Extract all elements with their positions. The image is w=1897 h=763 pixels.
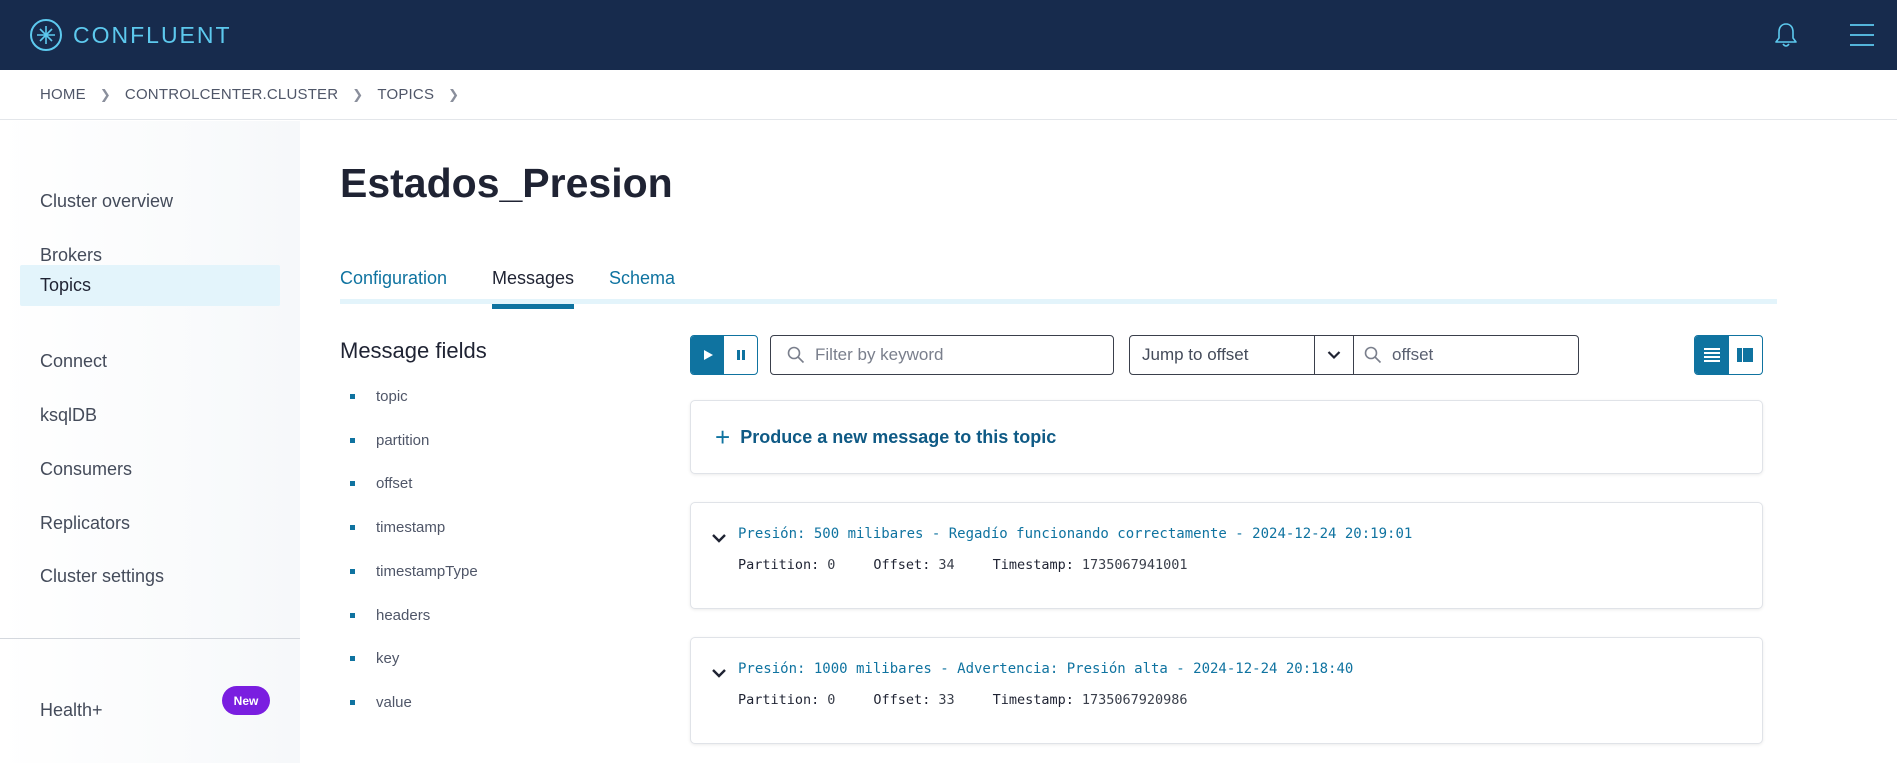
message-card[interactable]: Presión: 1000 milibares - Advertencia: P…: [690, 637, 1763, 744]
field-item-partition[interactable]: partition: [350, 432, 429, 449]
sidebar: Cluster overview Brokers Topics Connect …: [0, 121, 300, 763]
field-item-key[interactable]: key: [350, 650, 399, 667]
tab-bar: Configuration Messages Schema: [340, 262, 1777, 309]
split-view-icon: [1737, 348, 1754, 362]
produce-message-label: Produce a new message to this topic: [740, 426, 1057, 447]
partition-value: 0: [827, 692, 836, 708]
page-title: Estados_Presion: [340, 160, 673, 206]
field-label: value: [376, 694, 412, 711]
field-label: partition: [376, 432, 430, 449]
bullet-icon: [350, 613, 355, 618]
offset-label: Offset:: [873, 557, 931, 573]
partition-label: Partition:: [738, 557, 820, 573]
list-view-button[interactable]: [1695, 336, 1729, 374]
pause-icon: [736, 350, 745, 360]
field-item-topic[interactable]: topic: [350, 388, 408, 405]
message-card[interactable]: Presión: 500 milibares - Regadío funcion…: [690, 502, 1763, 609]
message-value: Presión: 1000 milibares - Advertencia: P…: [738, 661, 1354, 677]
brand-name: CONFLUENT: [73, 21, 232, 48]
chevron-down-icon[interactable]: [711, 530, 727, 546]
field-item-timestamp[interactable]: timestamp: [350, 519, 445, 536]
bullet-icon: [350, 438, 355, 443]
breadcrumb-cluster[interactable]: CONTROLCENTER.CLUSTER: [125, 86, 338, 103]
sidebar-item-topics[interactable]: Topics: [20, 265, 280, 306]
jump-to-offset-select[interactable]: Jump to offset: [1130, 336, 1315, 374]
split-view-button[interactable]: [1729, 336, 1763, 374]
timestamp-value: 1735067920986: [1081, 692, 1188, 708]
sidebar-item-consumers[interactable]: Consumers: [20, 449, 280, 490]
bullet-icon: [350, 700, 355, 705]
confluent-logo[interactable]: CONFLUENT: [29, 18, 232, 52]
sidebar-item-ksqldb[interactable]: ksqlDB: [20, 395, 280, 436]
field-label: topic: [376, 388, 408, 405]
offset-field: [1354, 336, 1578, 374]
filter-keyword-field: [770, 335, 1114, 375]
tab-messages[interactable]: Messages: [492, 268, 575, 309]
play-icon: [703, 350, 713, 360]
timestamp-label: Timestamp:: [992, 692, 1074, 708]
view-toggle: [1694, 335, 1763, 375]
playback-controls: [690, 335, 758, 375]
field-item-timestamptype[interactable]: timestampType: [350, 563, 478, 580]
offset-value: 33: [938, 692, 955, 708]
bullet-icon: [350, 481, 355, 486]
sidebar-item-replicators[interactable]: Replicators: [20, 503, 280, 544]
sidebar-divider: [0, 638, 300, 639]
search-icon: [787, 346, 805, 364]
pause-button[interactable]: [724, 336, 757, 374]
field-label: timestampType: [376, 563, 478, 580]
hamburger-menu-icon[interactable]: [1849, 21, 1875, 49]
partition-label: Partition:: [738, 692, 820, 708]
message-fields-title: Message fields: [340, 338, 487, 363]
new-badge: New: [222, 686, 270, 715]
offset-value: 34: [938, 557, 955, 573]
breadcrumb-topics[interactable]: TOPICS: [377, 86, 434, 103]
chevron-right-icon: ❯: [99, 86, 111, 102]
timestamp-value: 1735067941001: [1081, 557, 1188, 573]
bell-icon[interactable]: [1773, 21, 1799, 49]
field-label: key: [376, 650, 400, 667]
field-label: offset: [376, 475, 413, 492]
bullet-icon: [350, 656, 355, 661]
message-value: Presión: 500 milibares - Regadío funcion…: [738, 526, 1413, 542]
message-metadata: Partition: 0 Offset: 33 Timestamp: 17350679…: [738, 692, 1226, 708]
bullet-icon: [350, 525, 355, 530]
sidebar-item-cluster-overview[interactable]: Cluster overview: [20, 181, 280, 222]
field-label: headers: [376, 607, 431, 624]
timestamp-label: Timestamp:: [992, 557, 1074, 573]
chevron-right-icon: ❯: [352, 86, 364, 102]
partition-value: 0: [827, 557, 836, 573]
offset-label: Offset:: [873, 692, 931, 708]
breadcrumb-home[interactable]: HOME: [40, 86, 86, 103]
chevron-right-icon: ❯: [448, 86, 460, 102]
plus-icon: +: [715, 422, 731, 452]
offset-input[interactable]: [1392, 345, 1578, 365]
bullet-icon: [350, 394, 355, 399]
filter-keyword-input[interactable]: [815, 345, 1113, 365]
message-metadata: Partition: 0 Offset: 34 Timestamp: 17350679…: [738, 557, 1226, 573]
top-bar: CONFLUENT: [0, 0, 1897, 70]
search-icon: [1364, 346, 1382, 364]
field-item-offset[interactable]: offset: [350, 475, 412, 492]
jump-dropdown-button[interactable]: [1315, 336, 1354, 374]
confluent-logo-icon: [30, 19, 62, 51]
tab-schema[interactable]: Schema: [609, 268, 675, 304]
field-label: timestamp: [376, 519, 446, 536]
breadcrumb: HOME ❯ CONTROLCENTER.CLUSTER ❯ TOPICS ❯: [0, 70, 1897, 120]
health-plus-link[interactable]: Health+: [40, 700, 103, 721]
bullet-icon: [350, 569, 355, 574]
list-view-icon: [1703, 348, 1720, 362]
field-item-value[interactable]: value: [350, 694, 412, 711]
tab-configuration[interactable]: Configuration: [340, 268, 447, 304]
chevron-down-icon: [1327, 351, 1341, 360]
produce-message-button[interactable]: + Produce a new message to this topic: [690, 400, 1763, 474]
sidebar-item-cluster-settings[interactable]: Cluster settings: [20, 556, 280, 597]
play-button[interactable]: [691, 336, 724, 374]
chevron-down-icon[interactable]: [711, 665, 727, 681]
sidebar-item-connect[interactable]: Connect: [20, 341, 280, 382]
jump-to-offset-control: Jump to offset: [1129, 335, 1579, 375]
field-item-headers[interactable]: headers: [350, 607, 430, 624]
